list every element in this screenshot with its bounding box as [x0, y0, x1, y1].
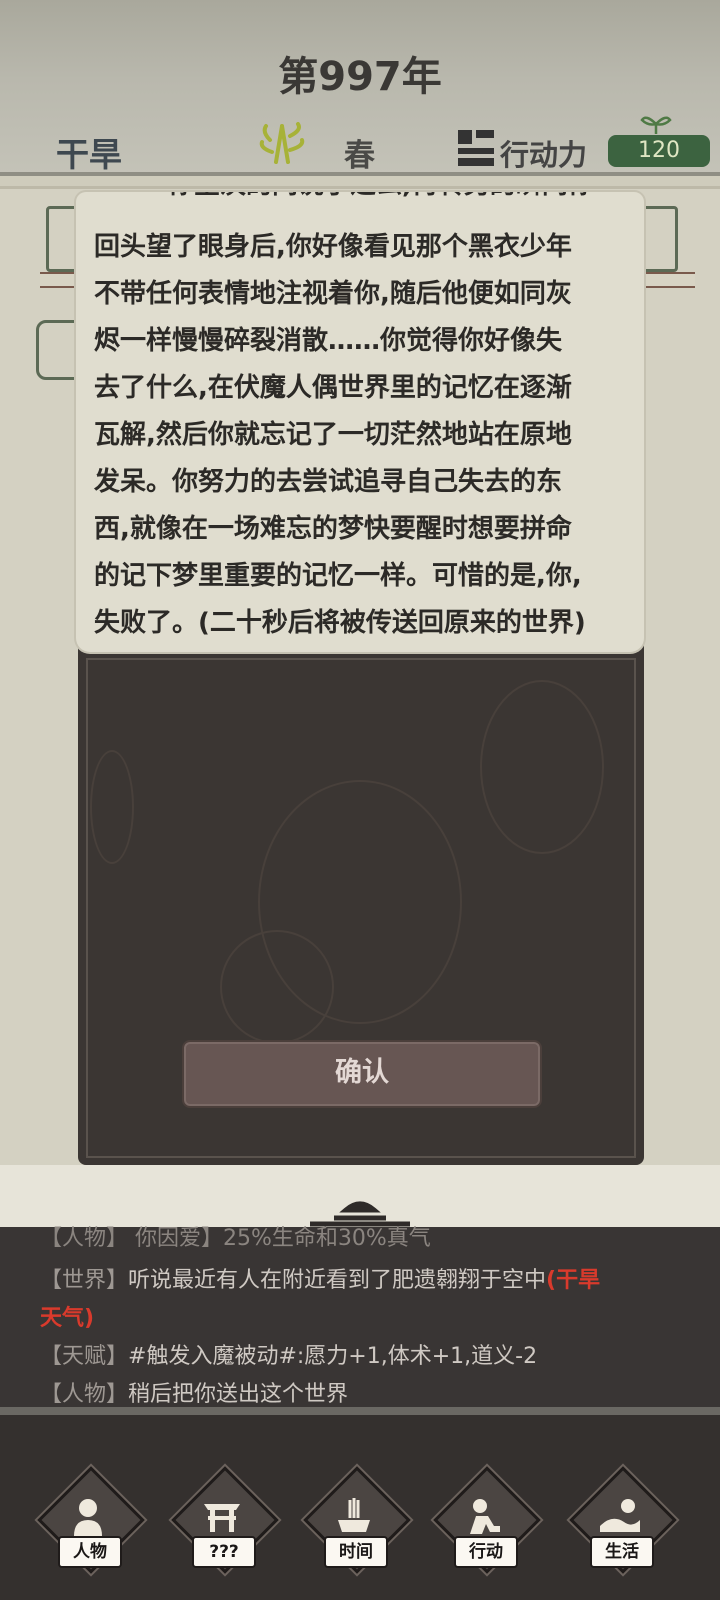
year-title: 第997年 [278, 54, 442, 100]
nav-label: 行动 [454, 1536, 518, 1568]
log-partial-line: 【人物】 你因爱】25%生命和30%真气 [40, 1226, 431, 1251]
nav-life-button[interactable]: 生活 [569, 1466, 677, 1574]
landscape-icon [600, 1499, 640, 1532]
log-tag: 【人物】 [40, 1382, 129, 1407]
season-label: 春 [344, 138, 375, 174]
nav-unknown-button[interactable]: ??? [171, 1466, 279, 1574]
story-text-partial-line: 你呈茨的问说于之么,冉转另的瞬问你 [168, 192, 594, 209]
weather-label: 干旱 [56, 135, 122, 174]
log-line: 【人物】稍后把你送出这个世界 [40, 1376, 348, 1408]
log-text: 稍后把你送出这个世界 [128, 1382, 349, 1407]
log-line: 【世界】听说最近有人在附近看到了肥遗翱翔于空中(干旱 [40, 1262, 600, 1294]
bamboo-icon [259, 122, 305, 164]
log-line: 天气) [40, 1300, 94, 1332]
log-highlight: 天气) [40, 1306, 95, 1331]
action-points-icon [458, 130, 494, 166]
decor-ring [480, 680, 604, 854]
story-text: 回头望了眼身后,你好像看见那个黑衣少年 不带任何表情地注视着你,随后他便如同灰 … [94, 232, 586, 638]
sprout-icon [640, 116, 672, 134]
nav-time-button[interactable]: 时间 [303, 1466, 411, 1574]
decor-ring [90, 750, 134, 864]
nav-label: ??? [192, 1536, 256, 1568]
log-text: 听说最近有人在附近看到了肥遗翱翔于空中 [128, 1268, 547, 1293]
nav-label: 人物 [58, 1536, 122, 1568]
gate-icon [204, 1504, 240, 1532]
incense-icon [338, 1498, 370, 1532]
confirm-button[interactable]: 确认 [182, 1040, 542, 1108]
log-highlight: (干旱 [546, 1268, 601, 1293]
log-tag: 【世界】 [40, 1268, 129, 1293]
action-points-value: 120 [608, 135, 710, 167]
action-icon [470, 1499, 500, 1534]
nav-label: 时间 [324, 1536, 388, 1568]
log-text: #触发入魔被动#:愿力+1,体术+1,道义-2 [128, 1344, 538, 1369]
nav-action-button[interactable]: 行动 [433, 1466, 541, 1574]
decor-ring [220, 930, 334, 1044]
action-points-label: 行动力 [500, 138, 588, 172]
log-line: 【天赋】#触发入魔被动#:愿力+1,体术+1,道义-2 [40, 1338, 537, 1370]
story-text-card[interactable]: 你呈茨的问说于之么,冉转另的瞬问你 回头望了眼身后,你好像看见那个黑衣少年 不带… [76, 192, 644, 652]
nav-label: 生活 [590, 1536, 654, 1568]
person-icon [74, 1499, 102, 1536]
nav-person-button[interactable]: 人物 [37, 1466, 145, 1574]
log-tag: 【天赋】 [40, 1344, 129, 1369]
